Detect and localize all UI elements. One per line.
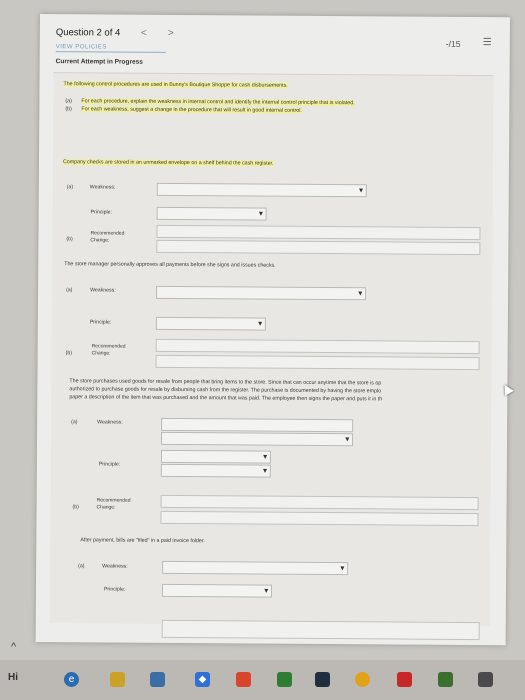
p3-weakness-select[interactable]: ▾: [160, 431, 354, 447]
media-icon[interactable]: [236, 672, 251, 687]
p1-part-b-tag: (b): [66, 236, 73, 243]
p3-change-input-line2[interactable]: [160, 510, 479, 527]
p3-weakness-select-line1[interactable]: [161, 417, 354, 433]
p1-weakness-label: Weakness:: [89, 184, 116, 191]
chevron-down-icon: ▾: [359, 187, 363, 195]
p4-principle-select[interactable]: ▾: [161, 583, 273, 598]
procedure-2-text: The store manager personally approves al…: [64, 261, 276, 269]
pdf-icon[interactable]: [397, 672, 412, 687]
header-divider: [55, 51, 166, 53]
p3-principle-select-line1[interactable]: ▾: [160, 449, 271, 464]
p3-recommended-label: Recommended: [96, 497, 131, 504]
p1-part-a-tag: (a): [66, 184, 74, 191]
p3-change-input-line1[interactable]: [160, 494, 479, 511]
p3-principle-label: Principle:: [98, 461, 121, 468]
procedure-1-text: Company checks are stored in an unmarked…: [62, 159, 274, 167]
chevron-down-icon: ▾: [264, 587, 269, 595]
terminal-icon[interactable]: [438, 672, 453, 687]
question-sheet: Question 2 of 4 < > -/15 ☰ VIEW POLICIES…: [35, 14, 510, 646]
p1-recommended-label: Recommended: [90, 230, 125, 237]
app-icon[interactable]: [315, 672, 330, 687]
p3-principle-select[interactable]: ▾: [160, 463, 271, 478]
p2-change-input-line1[interactable]: [155, 338, 480, 355]
p2-part-a-tag: (a): [66, 287, 73, 294]
settings-icon[interactable]: [478, 672, 493, 687]
p4-part-a-tag: (a): [78, 563, 85, 570]
p3-weakness-label: Weakness:: [97, 419, 123, 426]
question-panel: The following control procedures are use…: [49, 72, 494, 641]
chevron-down-icon: ▾: [345, 436, 350, 444]
p1-change-label: Change:: [90, 237, 110, 244]
p1-principle-select[interactable]: ▾: [156, 206, 267, 221]
p3-part-b-tag: (b): [72, 504, 79, 511]
instruction-text-b: For each weakness, suggest a change in t…: [81, 106, 302, 114]
p4-principle-label: Principle:: [103, 586, 126, 593]
procedure-4-text: After payment, bills are "filed" in a pa…: [80, 537, 205, 545]
instruction-text-a: For each procedure, explain the weakness…: [81, 98, 355, 107]
p3-part-a-tag: (a): [71, 419, 78, 426]
chevron-down-icon: ▾: [263, 467, 267, 475]
browser-icon[interactable]: e: [64, 672, 79, 687]
chevron-down-icon: ▾: [258, 320, 262, 328]
instruction-tag-a: (a): [65, 98, 72, 105]
chevron-down-icon: ▾: [263, 453, 267, 461]
store-icon[interactable]: [150, 672, 165, 687]
p4-weakness-select[interactable]: ▾: [162, 560, 349, 576]
chevron-down-icon: ▾: [358, 290, 363, 298]
p2-change-input-line2[interactable]: [155, 354, 480, 371]
procedure-3-line2: authorized to purchase goods for resale …: [69, 386, 382, 395]
p1-principle-label: Principle:: [90, 209, 112, 216]
p2-recommended-label: Recommended: [91, 343, 126, 350]
dropbox-icon[interactable]: ◆: [195, 672, 210, 687]
taskbar-app-label[interactable]: Hi: [8, 672, 18, 683]
chrome-icon[interactable]: [355, 672, 370, 687]
prev-question-button[interactable]: <: [141, 28, 147, 39]
p2-weakness-label: Weakness:: [90, 287, 116, 294]
chevron-down-icon: ▾: [340, 565, 345, 573]
p2-principle-select[interactable]: ▾: [155, 316, 266, 331]
p2-principle-label: Principle:: [89, 319, 112, 326]
chevron-up-icon[interactable]: ^: [11, 641, 16, 653]
next-question-button[interactable]: >: [168, 28, 174, 39]
intro-text: The following control procedures are use…: [63, 81, 288, 89]
instruction-tag-b: (b): [65, 106, 72, 113]
p2-change-label: Change:: [91, 350, 111, 357]
p4-change-input[interactable]: [161, 619, 480, 641]
folder-icon[interactable]: [110, 672, 125, 687]
procedure-3-line1: The store purchases used goods for resal…: [69, 378, 382, 387]
p4-weakness-label: Weakness:: [102, 563, 128, 570]
attempt-status: Current Attempt in Progress: [55, 58, 143, 66]
p1-change-input-line1[interactable]: [156, 224, 481, 241]
spreadsheet-icon[interactable]: [277, 672, 292, 687]
p1-weakness-select[interactable]: ▾: [156, 182, 367, 198]
p2-weakness-select[interactable]: ▾: [156, 285, 367, 301]
question-counter: Question 2 of 4: [55, 27, 121, 39]
p2-part-b-tag: (b): [65, 350, 72, 357]
view-policies-link[interactable]: VIEW POLICIES: [56, 44, 107, 50]
chevron-down-icon: ▾: [259, 210, 263, 218]
p3-change-label: Change:: [96, 504, 116, 511]
score-display: -/15: [445, 38, 461, 49]
procedure-3-line3: paper a description of the item that was…: [69, 394, 383, 403]
menu-icon[interactable]: ☰: [483, 37, 492, 48]
p1-change-input-line2[interactable]: [156, 239, 481, 256]
